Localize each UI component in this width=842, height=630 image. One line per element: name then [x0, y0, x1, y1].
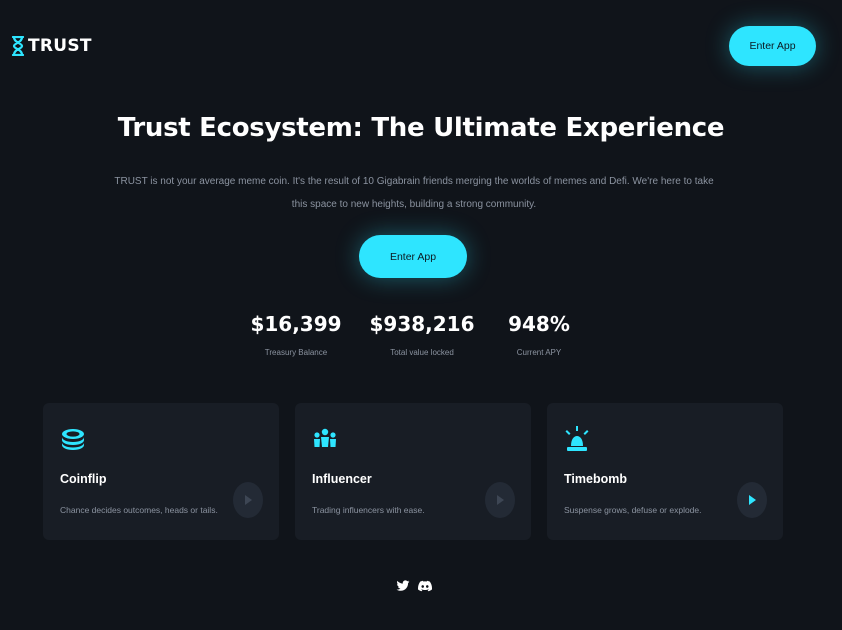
trust-logo-icon [11, 36, 25, 56]
stat-current-apy: 948% Current APY [469, 312, 609, 357]
stat-value: 948% [508, 312, 570, 336]
card-title: Timebomb [564, 472, 627, 486]
landing-page: TRUST Enter App Trust Ecosystem: The Ult… [0, 0, 842, 630]
people-group-icon [314, 428, 336, 447]
play-arrow-icon [749, 495, 756, 505]
card-coinflip[interactable]: Coinflip Chance decides outcomes, heads … [43, 403, 279, 540]
hero-title: Trust Ecosystem: The Ultimate Experience [117, 113, 725, 143]
coin-stack-icon [62, 429, 84, 450]
discord-icon[interactable] [418, 580, 432, 592]
card-description: Trading influencers with ease. [312, 505, 425, 515]
card-arrow-button[interactable] [233, 482, 263, 518]
brand-logo[interactable]: TRUST [11, 36, 92, 56]
card-description: Suspense grows, defuse or explode. [564, 505, 702, 515]
card-title: Influencer [312, 472, 372, 486]
brand-name: TRUST [28, 36, 92, 56]
card-arrow-button[interactable] [485, 482, 515, 518]
play-arrow-icon [245, 495, 252, 505]
stat-label: Current APY [516, 348, 562, 357]
card-description: Chance decides outcomes, heads or tails. [60, 505, 218, 515]
card-timebomb[interactable]: Timebomb Suspense grows, defuse or explo… [547, 403, 783, 540]
card-arrow-button[interactable] [737, 482, 767, 518]
twitter-icon[interactable] [396, 580, 410, 592]
card-title: Coinflip [60, 472, 107, 486]
siren-icon [565, 426, 589, 451]
hero-description: TRUST is not your average meme coin. It'… [114, 176, 714, 210]
header-enter-app-button[interactable]: Enter App [729, 26, 816, 66]
hero-enter-app-button[interactable]: Enter App [359, 235, 467, 278]
play-arrow-icon [497, 495, 504, 505]
stat-treasury-balance: $16,399 Treasury Balance [226, 312, 366, 357]
stat-label: Treasury Balance [264, 348, 328, 357]
card-influencer[interactable]: Influencer Trading influencers with ease… [295, 403, 531, 540]
stat-value: $16,399 [250, 312, 342, 336]
